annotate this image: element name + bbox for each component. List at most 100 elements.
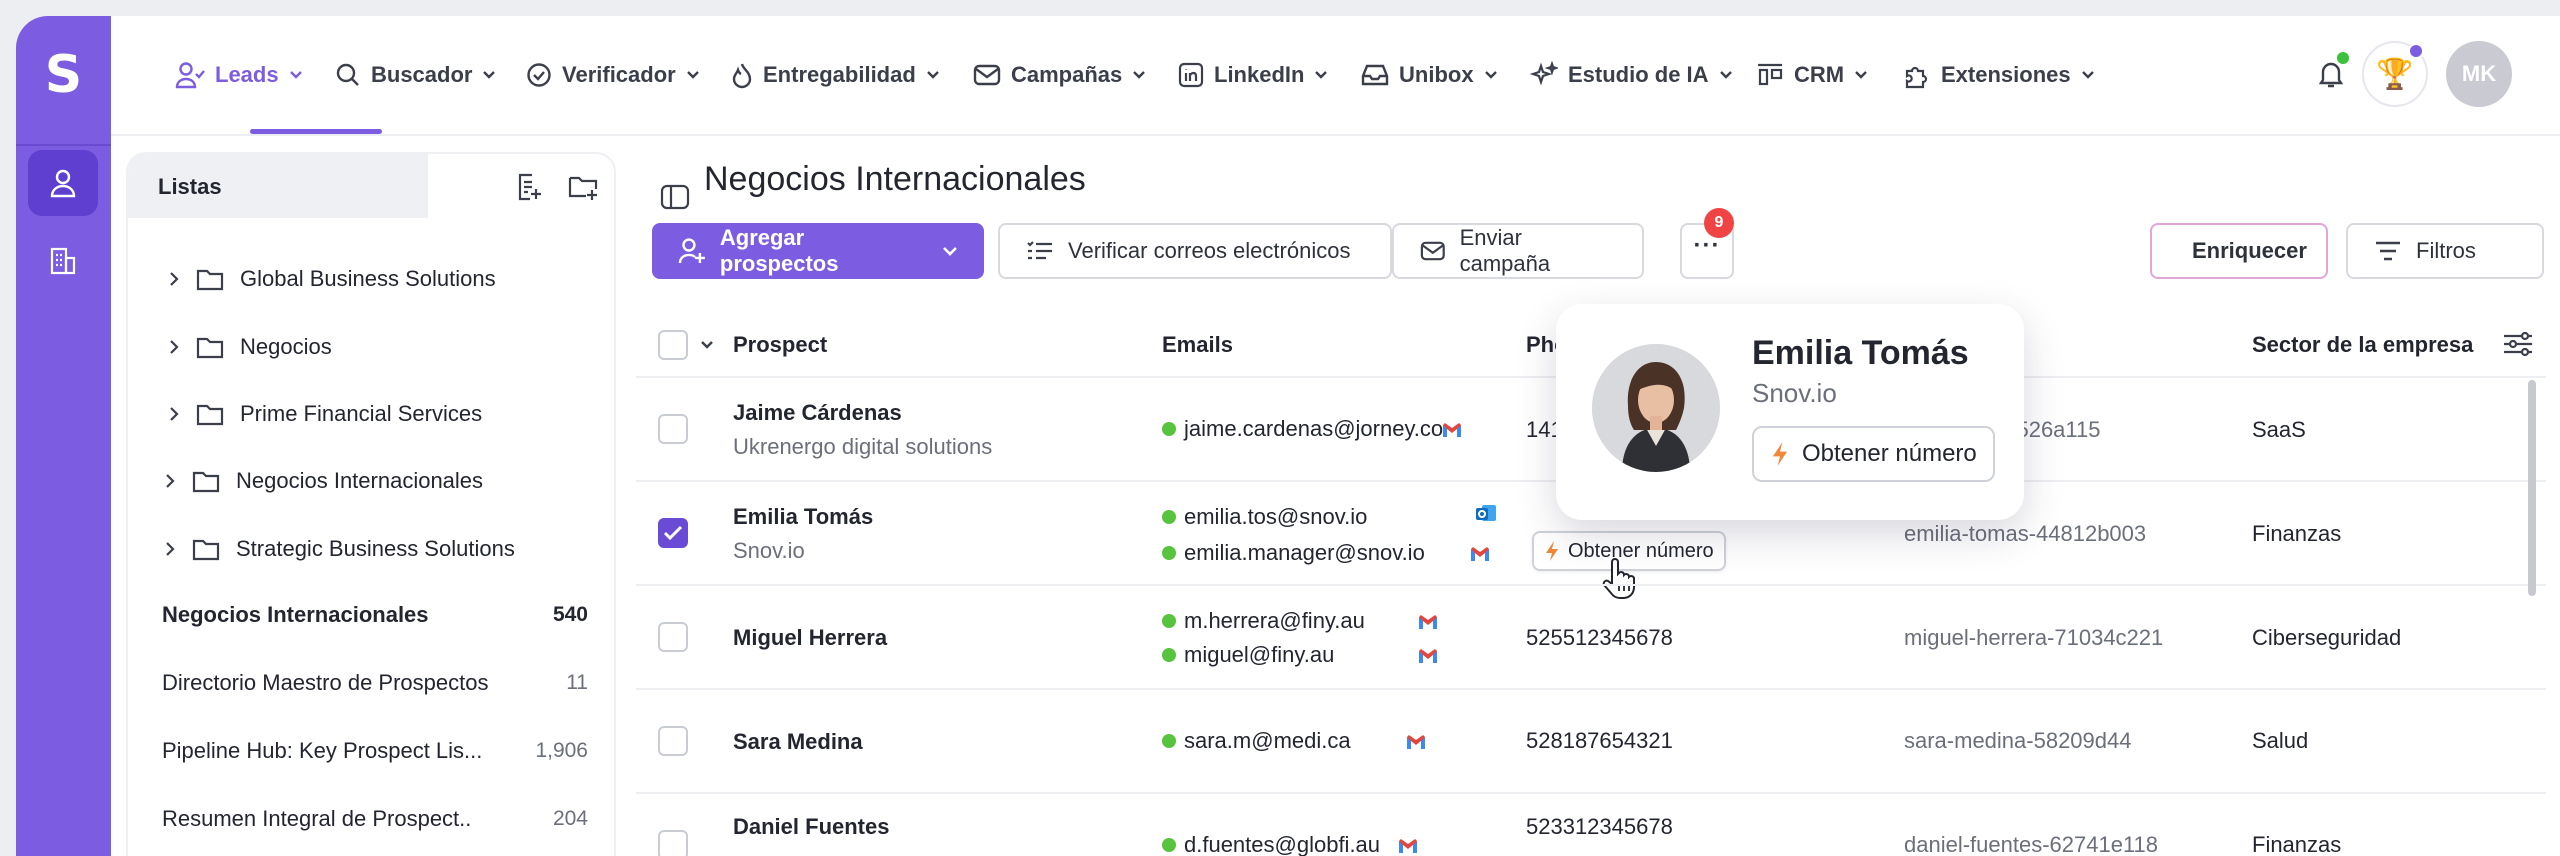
rail-companies-button[interactable]: [28, 228, 98, 294]
row-checkbox[interactable]: [658, 622, 688, 652]
add-folder-icon[interactable]: [568, 172, 600, 202]
column-emails[interactable]: Emails: [1162, 332, 1233, 358]
list-item[interactable]: Resumen Integral de Prospect.. 204: [128, 794, 614, 844]
prospect-photo: [1592, 344, 1720, 472]
enrich-button[interactable]: Enriquecer: [2150, 223, 2328, 279]
active-nav-indicator: [250, 129, 382, 134]
nav-crm[interactable]: CRM: [1756, 54, 1868, 96]
sidebar-toggle-icon[interactable]: [660, 184, 690, 210]
nav-label: Leads: [215, 62, 279, 87]
rail-contacts-button[interactable]: [28, 150, 98, 216]
user-avatar[interactable]: MK: [2446, 41, 2512, 107]
email-address: miguel@finy.au: [1184, 642, 1335, 667]
nav-leads[interactable]: Leads: [175, 54, 303, 96]
top-navigation: Leads Buscador Verificador Entregabilida…: [111, 16, 2560, 136]
email-entry[interactable]: jaime.cardenas@jorney.co: [1162, 416, 1443, 442]
person-icon: [50, 169, 76, 198]
nav-verificador[interactable]: Verificador: [526, 54, 700, 96]
list-name: Resumen Integral de Prospect..: [162, 806, 472, 831]
notifications-button[interactable]: [2311, 50, 2351, 94]
side-rail: S: [16, 16, 111, 856]
chevron-down-icon[interactable]: [700, 340, 714, 350]
prospect-name[interactable]: Miguel Herrera: [733, 625, 887, 651]
chevron-down-icon: [1855, 71, 1867, 79]
person-photo-icon: [1592, 344, 1720, 472]
email-entry[interactable]: sara.m@medi.ca: [1162, 728, 1351, 754]
app-logo[interactable]: S: [16, 16, 111, 134]
row-checkbox[interactable]: [658, 830, 688, 856]
list-name: Pipeline Hub: Key Prospect Lis...: [162, 738, 483, 763]
chevron-down-icon: [1133, 71, 1146, 79]
row-checkbox[interactable]: [658, 726, 688, 756]
list-item[interactable]: Pipeline Hub: Key Prospect Lis... 1,906: [128, 726, 614, 776]
folder-item[interactable]: Global Business Solutions: [128, 254, 614, 304]
puzzle-icon: [1905, 66, 1928, 89]
nav-label: Buscador: [371, 62, 473, 87]
email-entry[interactable]: miguel@finy.au: [1162, 642, 1334, 668]
nav-extensiones[interactable]: Extensiones: [1903, 54, 2095, 96]
prospect-name[interactable]: Emilia Tomás: [733, 504, 873, 530]
nav-label: Campañas: [1011, 62, 1123, 87]
gmail-icon: [1443, 423, 1461, 437]
nav-label: Unibox: [1399, 62, 1474, 87]
folder-item[interactable]: Prime Financial Services: [128, 389, 614, 439]
more-actions-badge: 9: [1704, 208, 1734, 238]
nav-buscador[interactable]: Buscador: [335, 54, 496, 96]
prospect-name[interactable]: Sara Medina: [733, 729, 863, 755]
add-user-icon: [678, 238, 705, 264]
folder-item[interactable]: Negocios Internacionales: [128, 456, 614, 506]
achievements-button[interactable]: 🏆: [2362, 41, 2428, 107]
lightning-icon: [1772, 442, 1788, 466]
folder-item[interactable]: Negocios: [128, 322, 614, 372]
list-count: 204: [552, 807, 588, 830]
column-sector[interactable]: Sector de la empresa: [2252, 332, 2473, 358]
sector: Salud: [2252, 728, 2309, 753]
email-address: emilia.tos@snov.io: [1184, 504, 1368, 529]
popover-name: Emilia Tomás: [1752, 334, 1969, 372]
list-item[interactable]: Directorio Maestro de Prospectos 11: [128, 658, 614, 708]
send-campaign-button[interactable]: Enviar campaña: [1392, 223, 1644, 279]
linkedin-id[interactable]: miguel-herrera-71034c221: [1904, 625, 2163, 651]
folder-label: Prime Financial Services: [240, 401, 483, 426]
chevron-right-icon: [166, 542, 175, 556]
prospect-company: Ukrenergo digital solutions: [733, 434, 993, 459]
email-address: sara.m@medi.ca: [1184, 728, 1351, 753]
add-prospects-button[interactable]: Agregar prospectos: [652, 223, 984, 279]
linkedin-id[interactable]: emilia-tomas-44812b003: [1904, 521, 2146, 547]
verify-emails-button[interactable]: Verificar correos electrónicos: [998, 223, 1392, 279]
email-entry[interactable]: emilia.tos@snov.io: [1162, 504, 1367, 530]
linkedin-id[interactable]: daniel-fuentes-62741e118: [1904, 832, 2158, 856]
users-icon: [175, 62, 205, 89]
nav-campanas[interactable]: Campañas: [973, 54, 1146, 96]
prospect-name[interactable]: Daniel Fuentes: [733, 814, 889, 840]
row-checkbox-checked[interactable]: [658, 518, 688, 548]
add-prospects-label: Agregar prospectos: [719, 225, 839, 276]
list-item-selected[interactable]: Negocios Internacionales 540: [128, 590, 614, 640]
folder-item[interactable]: Strategic Business Solutions: [128, 524, 614, 574]
email-entry[interactable]: m.herrera@finy.au: [1162, 608, 1365, 634]
nav-linkedin[interactable]: LinkedIn: [1178, 54, 1328, 96]
lists-panel: Listas Global Business Solutions Negocio…: [126, 152, 616, 856]
chevron-down-icon: [943, 247, 957, 256]
nav-unibox[interactable]: Unibox: [1361, 54, 1498, 96]
table-scrollbar[interactable]: [2528, 380, 2536, 596]
popover-get-number-button[interactable]: Obtener número: [1752, 426, 1995, 482]
column-settings-icon[interactable]: [2502, 330, 2534, 358]
prospect-name[interactable]: Jaime Cárdenas: [733, 400, 902, 426]
nav-label: LinkedIn: [1214, 62, 1305, 87]
send-campaign-label: Enviar campaña: [1459, 225, 1551, 276]
linkedin-id[interactable]: sara-medina-58209d44: [1904, 728, 2132, 754]
row-checkbox[interactable]: [658, 414, 688, 444]
email-entry[interactable]: emilia.manager@snov.io: [1162, 540, 1425, 566]
list-name: Negocios Internacionales: [162, 602, 429, 627]
column-prospect[interactable]: Prospect: [733, 332, 827, 358]
select-all-checkbox[interactable]: [658, 330, 688, 360]
folder-icon: [196, 269, 224, 291]
add-list-icon[interactable]: [514, 172, 544, 202]
filters-button[interactable]: Filtros: [2346, 223, 2544, 279]
nav-estudio-ia[interactable]: Estudio de IA: [1530, 54, 1733, 96]
building-icon: [50, 247, 76, 275]
sector: Ciberseguridad: [2252, 625, 2402, 650]
email-entry[interactable]: d.fuentes@globfi.au: [1162, 832, 1380, 856]
nav-entregabilidad[interactable]: Entregabilidad: [731, 54, 940, 96]
